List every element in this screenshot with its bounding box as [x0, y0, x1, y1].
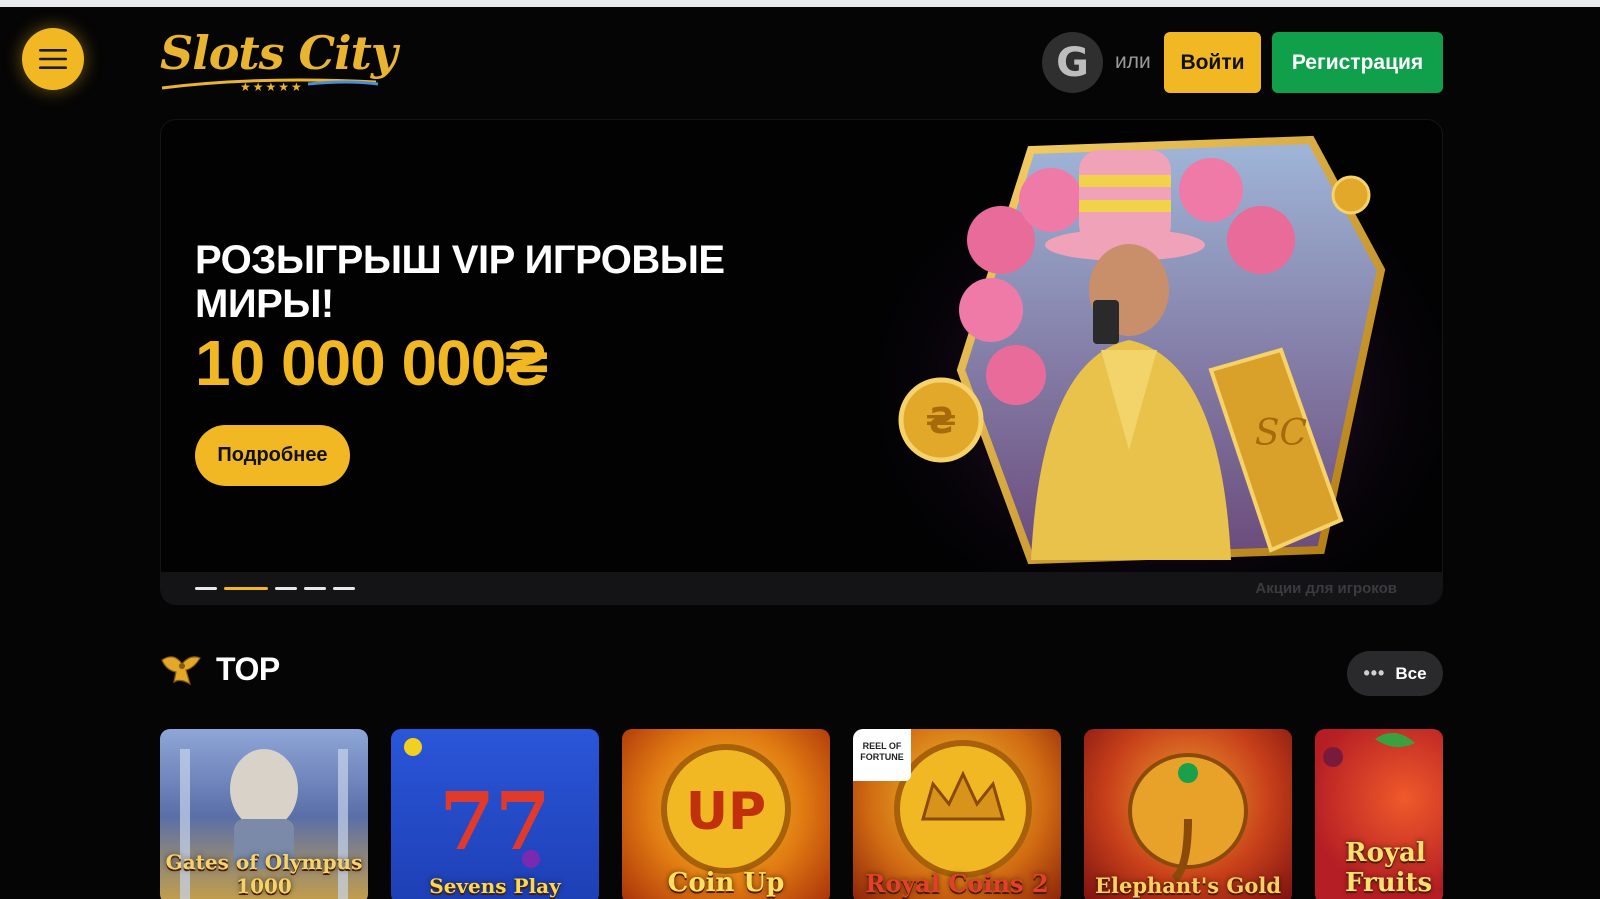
view-all-label: Все [1395, 663, 1427, 683]
logo-stars-icon: ★★★★★ [240, 80, 304, 94]
promotions-link[interactable]: Акции для игроков [1255, 580, 1397, 597]
slide-dot-1[interactable] [195, 587, 217, 590]
site-logo[interactable]: Slots City ★★★★★ [158, 26, 398, 96]
banner-amount: 10 000 000₴ [195, 327, 548, 399]
game-card[interactable]: Gates of Olympus 1000 [160, 729, 368, 899]
slide-dot-4[interactable] [304, 587, 326, 590]
game-card[interactable]: REEL OF FORTUNE Royal Coins 2 [853, 729, 1061, 899]
banner-vip-illustration: ₴ SC [881, 120, 1442, 572]
slide-indicators [195, 587, 355, 590]
reel-of-fortune-badge: REEL OF FORTUNE [853, 729, 911, 781]
top-section-header: TOP [160, 650, 280, 688]
svg-text:UP: UP [686, 782, 766, 842]
google-login-button[interactable]: G [1042, 32, 1103, 93]
more-dots-icon: ••• [1363, 663, 1386, 683]
banner-title: РОЗЫГРЫШ VIP ИГРОВЫЕ МИРЫ! [195, 238, 725, 326]
game-card[interactable]: Elephant's Gold [1084, 729, 1292, 899]
golden-eagle-icon [161, 656, 201, 686]
game-title: Coin Up [667, 868, 785, 898]
view-all-button[interactable]: ••• Все [1347, 651, 1443, 696]
game-title: Elephant's Gold [1094, 873, 1282, 898]
login-button[interactable]: Войти [1164, 32, 1261, 93]
slide-dot-3[interactable] [275, 587, 297, 590]
or-separator: или [1115, 50, 1151, 73]
banner-footer: Акции для игроков [161, 572, 1442, 604]
logo-text: Slots City [160, 26, 398, 80]
promo-banner[interactable]: РОЗЫГРЫШ VIP ИГРОВЫЕ МИРЫ! 10 000 000₴ П… [160, 119, 1443, 605]
svg-text:SC: SC [1255, 413, 1307, 454]
game-title: Royal Coins 2 [865, 869, 1049, 898]
game-title: Sevens Play [429, 874, 561, 898]
game-card[interactable]: 77 Sevens Play [391, 729, 599, 899]
section-title-top: TOP [216, 650, 280, 687]
browser-top-strip [0, 0, 1600, 7]
slide-dot-2-active[interactable] [224, 587, 268, 590]
game-title: Royal Fruits 5 [1345, 838, 1443, 898]
more-details-button[interactable]: Подробнее [195, 425, 350, 486]
top-games-row: Gates of Olympus 1000 77 Sevens Play UP … [160, 729, 1443, 899]
game-title: Gates of Olympus 1000 [165, 850, 363, 898]
hamburger-menu-button[interactable] [22, 28, 84, 90]
register-button[interactable]: Регистрация [1272, 32, 1443, 93]
game-card[interactable]: UP Coin Up [622, 729, 830, 899]
hamburger-icon [39, 49, 67, 69]
game-card[interactable]: Royal Fruits 5 [1315, 729, 1443, 899]
slide-dot-5[interactable] [333, 587, 355, 590]
svg-text:₴: ₴ [926, 401, 957, 442]
google-icon: G [1056, 39, 1089, 86]
